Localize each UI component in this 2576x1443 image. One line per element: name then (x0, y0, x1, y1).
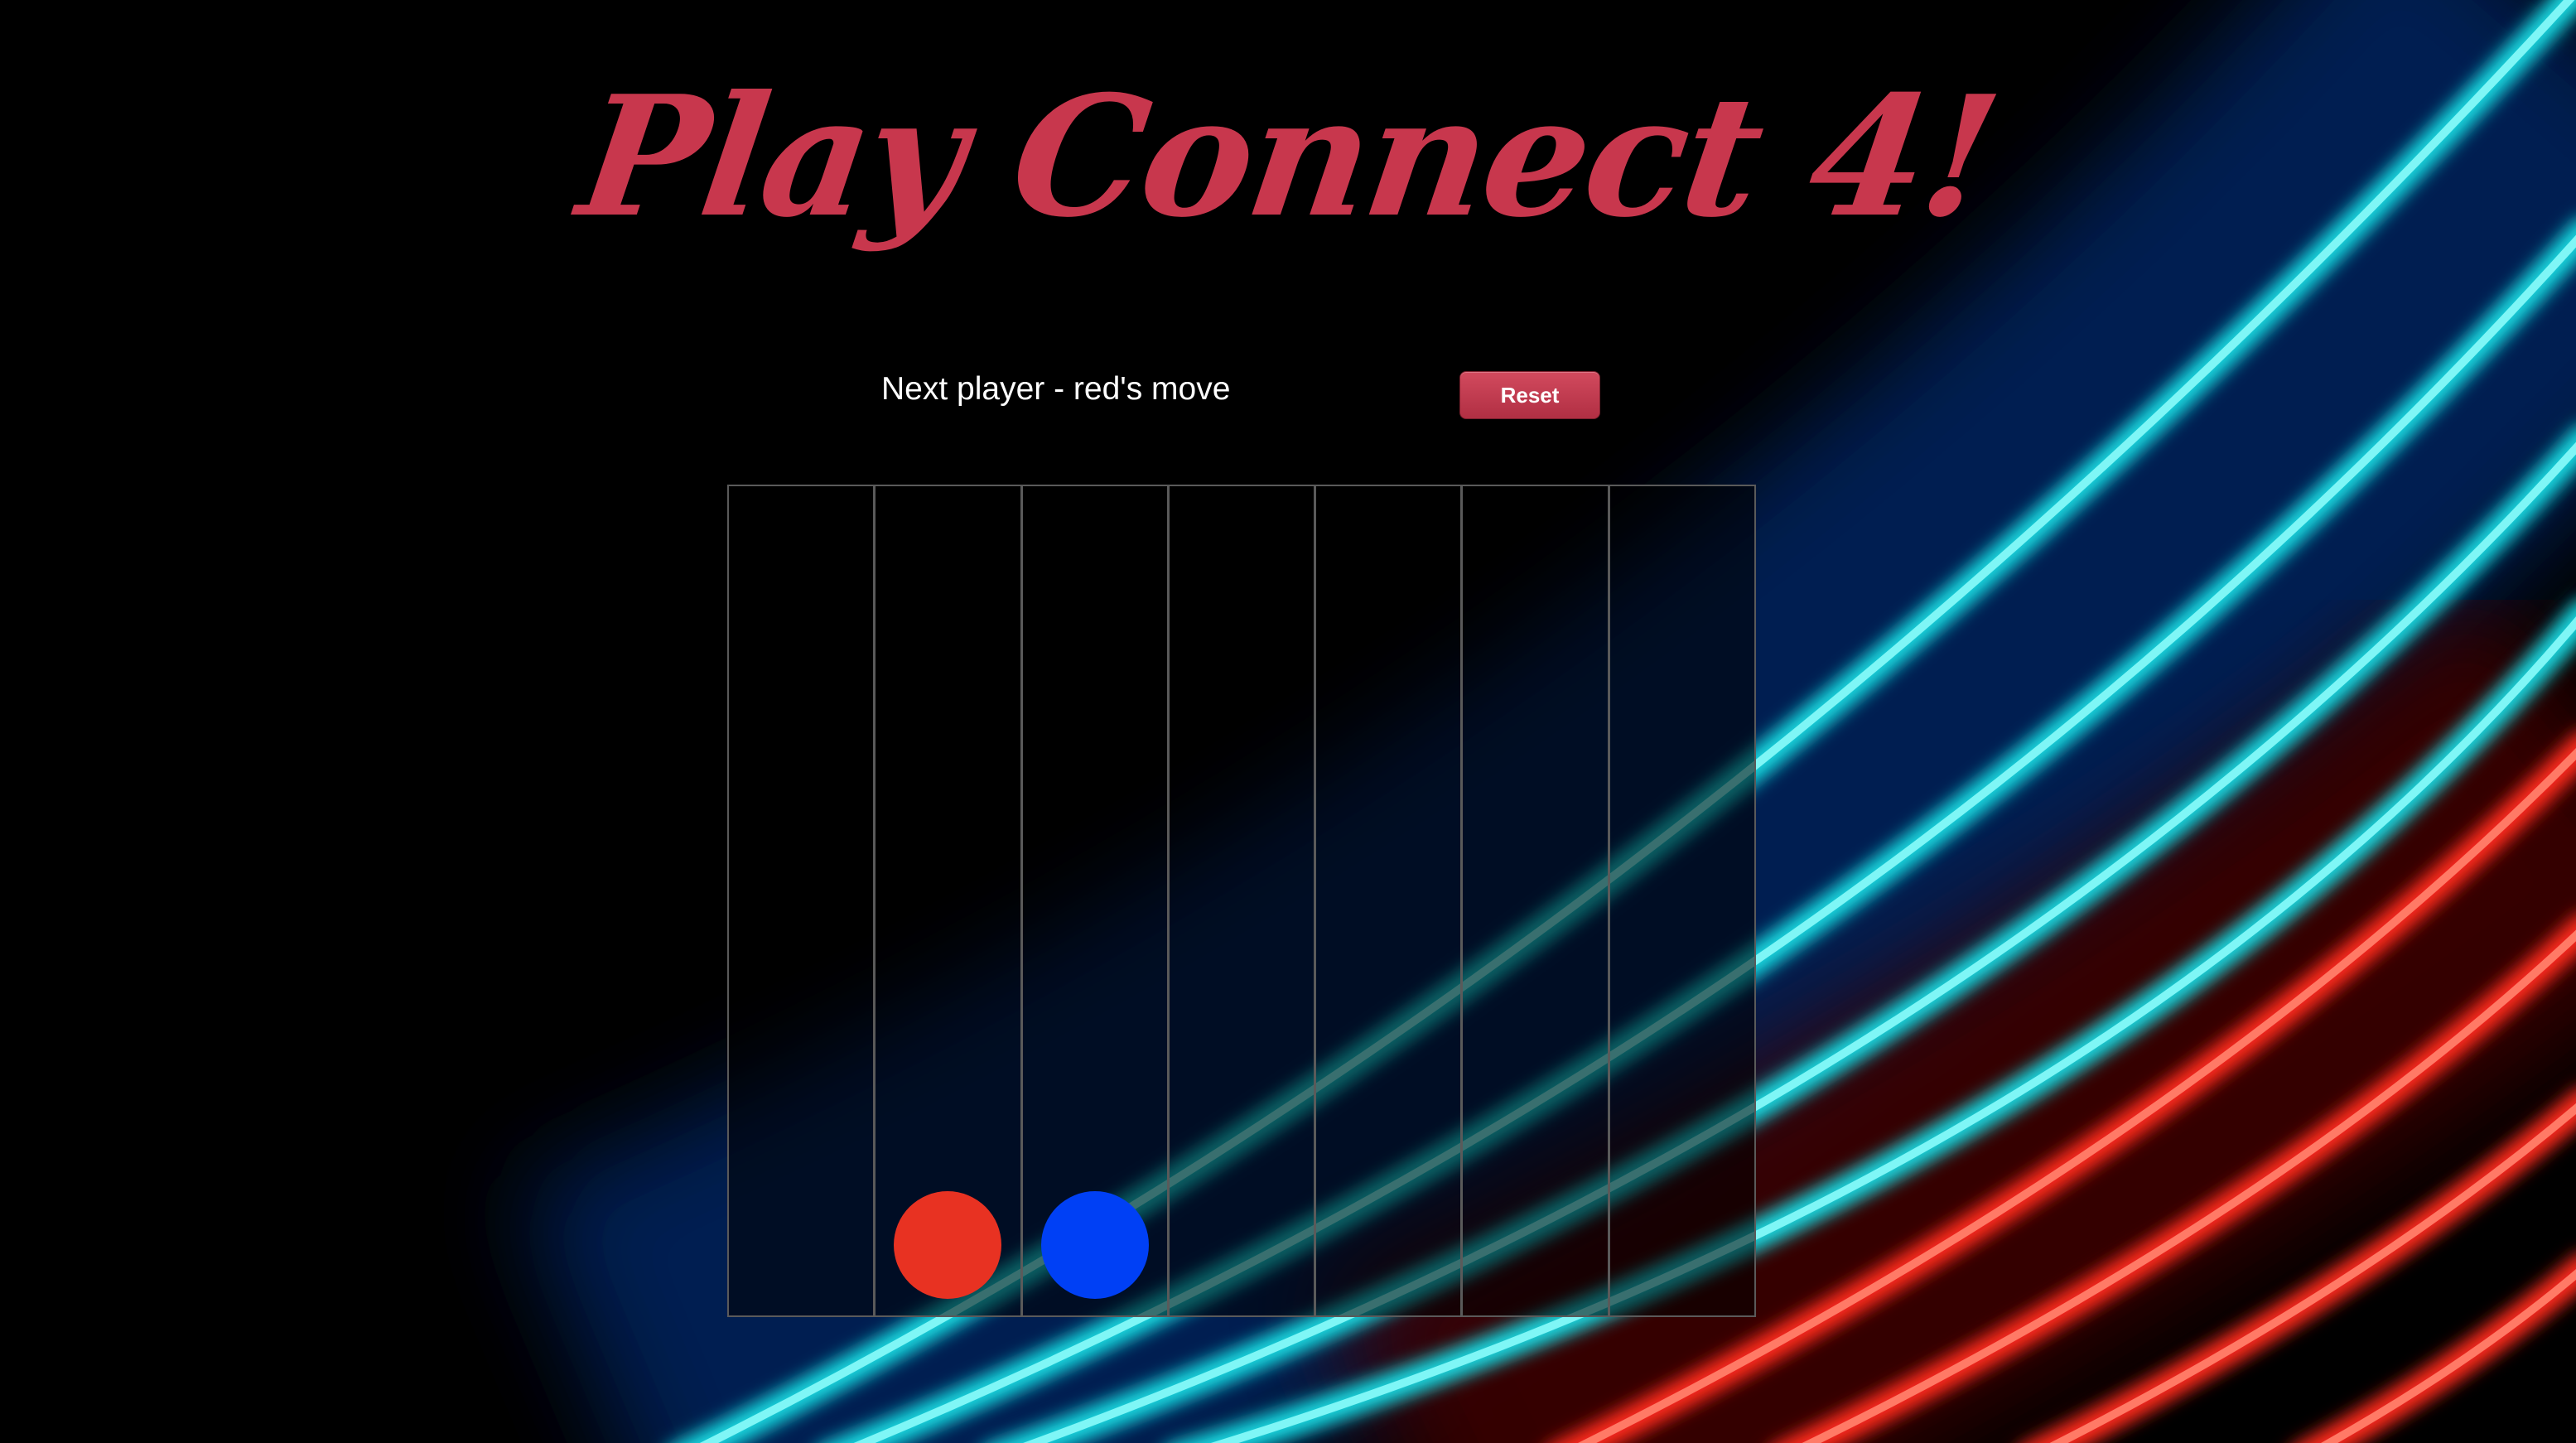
board-column-5[interactable] (1316, 486, 1464, 1315)
game-board (727, 485, 1756, 1317)
board-column-3[interactable] (1022, 486, 1170, 1315)
board-column-6[interactable] (1463, 486, 1610, 1315)
board-column-4[interactable] (1169, 486, 1317, 1315)
board-column-7[interactable] (1609, 486, 1754, 1315)
reset-button[interactable]: Reset (1459, 371, 1600, 419)
next-player-status: Next player - red's move (881, 371, 1231, 407)
red-disc (894, 1191, 1002, 1299)
board-column-1[interactable] (729, 486, 876, 1315)
page-title: Play Connect 4! (568, 60, 2008, 254)
blue-disc (1040, 1191, 1149, 1299)
board-column-2[interactable] (876, 486, 1023, 1315)
connect-four-page: Play Connect 4! Next player - red's move… (0, 0, 2576, 1443)
